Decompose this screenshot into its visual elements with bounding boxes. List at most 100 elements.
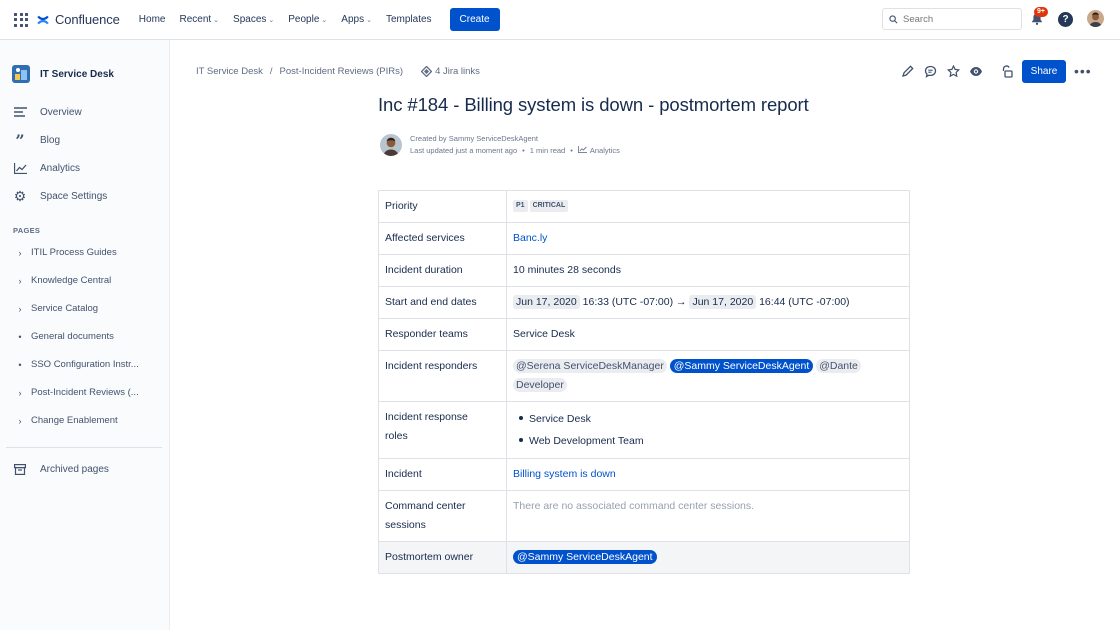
created-by[interactable]: Created by Sammy ServiceDeskAgent: [410, 133, 620, 145]
property-key: Responder teams: [378, 318, 507, 351]
breadcrumb-item[interactable]: IT Service Desk: [196, 66, 263, 77]
user-mention-self[interactable]: @Sammy ServiceDeskAgent: [669, 359, 814, 373]
property-value: 10 minutes 28 seconds: [506, 254, 910, 287]
last-updated[interactable]: Last updated just a moment ago: [410, 146, 517, 155]
end-date-chip[interactable]: Jun 17, 2020: [689, 295, 757, 309]
property-value: @Serena ServiceDeskManager @Sammy Servic…: [506, 350, 910, 402]
page-tree-label: Service Catalog: [31, 303, 99, 314]
quote-icon: ”: [15, 130, 25, 150]
sidebar-item-label: Blog: [40, 134, 61, 146]
sidebar-item-overview[interactable]: Overview: [12, 105, 82, 119]
page-tree-item[interactable]: › Service Catalog: [16, 303, 99, 314]
severity-lozenge: CRITICAL: [529, 200, 569, 213]
page-tree-item[interactable]: › ITIL Process Guides: [16, 247, 117, 258]
sidebar-item-analytics[interactable]: Analytics: [12, 161, 80, 175]
more-actions-icon[interactable]: •••: [1074, 63, 1092, 79]
bullet-icon: •: [18, 359, 22, 370]
page-tree-item[interactable]: • SSO Configuration Instr...: [16, 359, 139, 370]
table-row: Incident Billing system is down: [378, 458, 910, 491]
page-tree-label: Post-Incident Reviews (...: [31, 387, 139, 398]
breadcrumb: IT Service Desk / Post-Incident Reviews …: [196, 66, 480, 77]
property-key: Priority: [378, 190, 507, 223]
table-row: Incident responders @Serena ServiceDeskM…: [378, 350, 910, 402]
gear-icon: ⚙: [13, 187, 27, 204]
help-icon[interactable]: ?: [1058, 12, 1073, 27]
create-button[interactable]: Create: [449, 8, 500, 31]
analytics-link[interactable]: Analytics: [577, 146, 620, 155]
page-tree-item[interactable]: › Change Enablement: [16, 415, 118, 426]
sidebar-item-space-settings[interactable]: ⚙ Space Settings: [12, 187, 108, 204]
table-row: Incident duration 10 minutes 28 seconds: [378, 254, 910, 287]
user-mention[interactable]: @Serena ServiceDeskManager: [513, 359, 667, 373]
table-row: Affected services Banc.ly: [378, 222, 910, 255]
property-key: Incident response roles: [378, 401, 507, 459]
user-mention-self[interactable]: @Sammy ServiceDeskAgent: [513, 550, 657, 564]
property-key-line: roles: [385, 430, 408, 442]
sidebar-item-archived-pages[interactable]: Archived pages: [12, 462, 109, 476]
page-tree-label: ITIL Process Guides: [31, 247, 117, 258]
property-key: Incident: [378, 458, 507, 491]
restrictions-lock-icon[interactable]: [998, 62, 1016, 80]
chevron-right-icon[interactable]: ›: [16, 276, 24, 286]
nav-spaces[interactable]: Spaces ⌄: [233, 14, 274, 25]
user-avatar[interactable]: [1087, 10, 1104, 27]
dot-separator: •: [522, 146, 525, 155]
page-tree-item[interactable]: › Knowledge Central: [16, 275, 112, 286]
table-row: Priority P1 CRITICAL: [378, 190, 910, 223]
end-time: 16:44 (UTC -07:00): [759, 296, 850, 308]
edit-icon[interactable]: [898, 62, 916, 80]
breadcrumb-item[interactable]: Post-Incident Reviews (PIRs): [280, 66, 404, 77]
nav-people[interactable]: People ⌄: [288, 14, 327, 25]
page-byline: Created by Sammy ServiceDeskAgent Last u…: [380, 133, 620, 157]
page-tree-item[interactable]: › Post-Incident Reviews (...: [16, 387, 139, 398]
watch-eye-icon[interactable]: [967, 62, 985, 80]
nav-recent-label: Recent: [179, 14, 212, 25]
page-tree-label: SSO Configuration Instr...: [31, 359, 139, 370]
chevron-right-icon[interactable]: ›: [16, 248, 24, 258]
list-item: Service Desk: [513, 408, 903, 430]
page-tree-item[interactable]: • General documents: [16, 331, 114, 342]
jira-icon: [421, 66, 433, 77]
property-value: Billing system is down: [506, 458, 910, 491]
search-box[interactable]: [882, 8, 1022, 30]
start-date-chip[interactable]: Jun 17, 2020: [513, 295, 580, 309]
nav-templates-label: Templates: [385, 14, 432, 25]
avatar-image: [380, 134, 402, 156]
empty-state-text: There are no associated command center s…: [513, 500, 755, 512]
star-icon[interactable]: [944, 62, 962, 80]
avatar-image: [1087, 10, 1104, 27]
overview-icon: [12, 105, 28, 119]
chevron-down-icon: ⌄: [321, 16, 328, 24]
affected-service-link[interactable]: Banc.ly: [513, 232, 547, 244]
sidebar-item-blog[interactable]: ” Blog: [12, 130, 61, 150]
chevron-down-icon: ⌄: [268, 16, 275, 24]
property-value: There are no associated command center s…: [506, 490, 910, 542]
chevron-down-icon: ⌄: [213, 16, 220, 24]
confluence-logo-icon: [37, 15, 49, 24]
bullet-icon: •: [18, 331, 22, 342]
nav-templates[interactable]: Templates: [386, 14, 432, 25]
space-header[interactable]: IT Service Desk: [12, 65, 114, 83]
user-mention[interactable]: @Dante: [816, 359, 861, 373]
page-title: Inc #184 - Billing system is down - post…: [378, 94, 809, 115]
chevron-right-icon[interactable]: ›: [16, 416, 24, 426]
share-button[interactable]: Share: [1022, 60, 1066, 83]
nav-recent[interactable]: Recent ⌄: [179, 14, 219, 25]
incident-link[interactable]: Billing system is down: [513, 468, 616, 480]
property-value: Banc.ly: [506, 222, 910, 255]
property-key-line: Command center: [385, 500, 466, 512]
user-mention-continued[interactable]: Developer: [513, 378, 567, 392]
chevron-right-icon[interactable]: ›: [16, 304, 24, 314]
search-input[interactable]: [903, 13, 1013, 25]
chevron-right-icon[interactable]: ›: [16, 388, 24, 398]
archive-icon: [12, 462, 28, 476]
nav-home[interactable]: Home: [139, 14, 166, 25]
app-switcher-icon[interactable]: [14, 12, 28, 27]
page-tree-label: General documents: [31, 331, 114, 342]
author-avatar[interactable]: [380, 134, 402, 156]
confluence-logo[interactable]: Confluence: [36, 12, 120, 27]
nav-apps[interactable]: Apps ⌄: [341, 14, 372, 25]
sidebar-item-label: Overview: [40, 106, 82, 118]
comment-icon[interactable]: [921, 62, 939, 80]
jira-links[interactable]: 4 Jira links: [421, 66, 480, 77]
